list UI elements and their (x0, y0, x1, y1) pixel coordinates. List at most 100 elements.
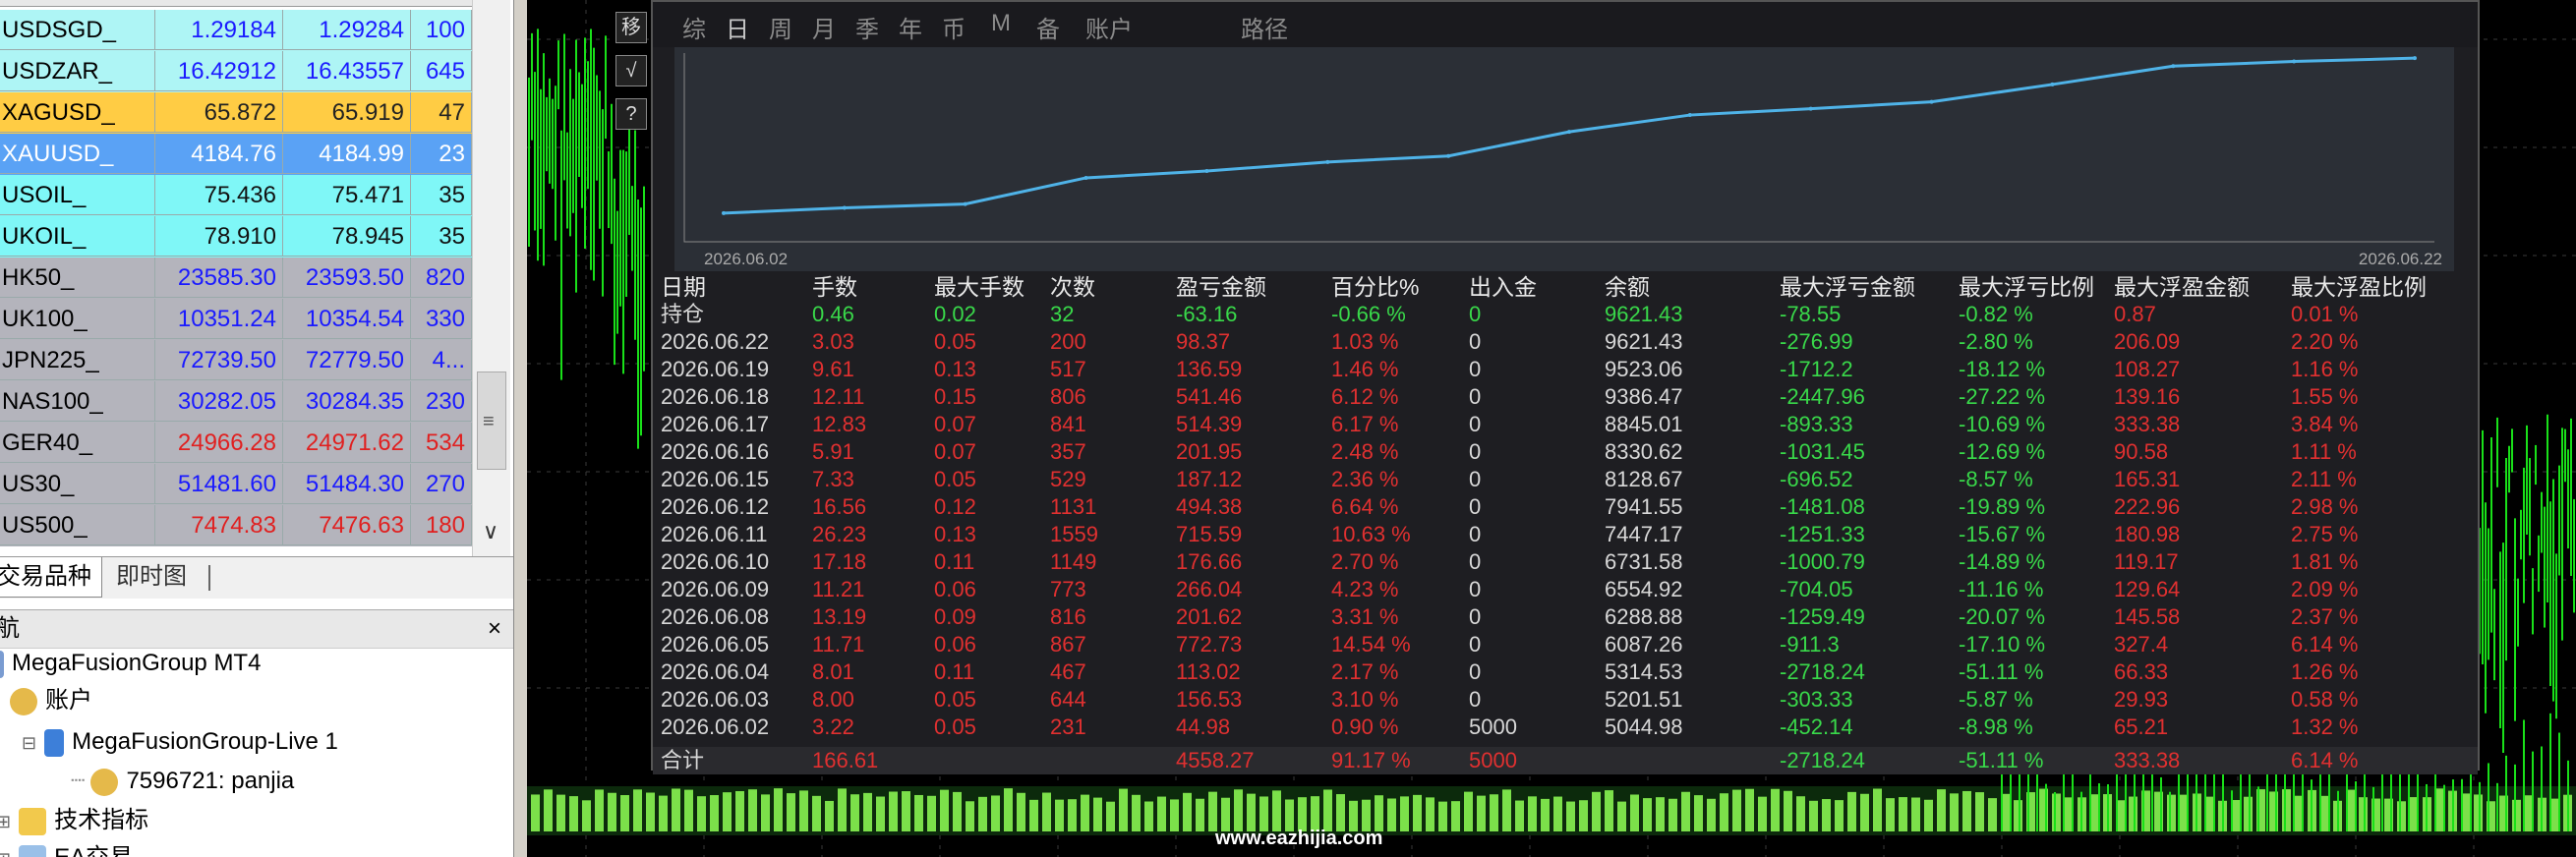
table-cell: -1481.08 (1780, 494, 1865, 519)
report-tab[interactable]: 综 (682, 10, 706, 44)
market-watch-row[interactable]: USDSGD_ 1.29184 1.29284 100 (0, 10, 509, 51)
volume-bar (672, 788, 680, 831)
market-watch-row[interactable]: NAS100_ 30282.05 30284.35 230 (0, 381, 509, 423)
symbol-cell: US500_ (0, 505, 155, 545)
report-tab[interactable]: 月 (812, 10, 836, 44)
nav-accounts[interactable]: 账户 (10, 682, 92, 719)
report-tab[interactable]: M (991, 10, 1011, 37)
volume-bar (1835, 800, 1844, 831)
balance-point (842, 205, 847, 210)
nav-indicators-label: 技术指标 (54, 807, 149, 833)
move-button[interactable]: 移 (615, 12, 647, 43)
symbol-cell: JPN225_ (0, 340, 155, 380)
chevron-down-icon[interactable]: ∨ (483, 519, 498, 544)
market-watch-row[interactable]: UKOIL_ 78.910 78.945 35 (0, 216, 509, 257)
volume-bar (1221, 797, 1230, 831)
report-tab[interactable]: 账户 (1085, 10, 1133, 44)
table-cell: -27.22 % (1959, 384, 2046, 409)
pane-splitter[interactable] (513, 0, 528, 857)
ask-cell: 4184.99 (283, 134, 411, 174)
balance-point (963, 201, 967, 206)
volume-bar (991, 795, 1000, 831)
table-cell: 156.53 (1176, 687, 1243, 712)
market-watch-row[interactable]: HK50_ 23585.30 23593.50 820 (0, 257, 509, 299)
table-cell: 0.13 (934, 357, 976, 381)
table-cell: 2026.06.15 (661, 467, 770, 491)
tab-symbols[interactable]: 交易品种 (0, 557, 102, 598)
report-tab[interactable]: 日 (726, 10, 749, 44)
table-cell: 11.71 (812, 632, 865, 657)
market-watch-row[interactable]: JPN225_ 72739.50 72779.50 4... (0, 340, 509, 381)
table-cell: 222.96 (2114, 494, 2181, 519)
volume-bar (1732, 789, 1741, 831)
table-row: 2026.06.17 12.83 0.07 841 514.39 6.17 % 0 8845.… (653, 411, 2478, 438)
market-watch-row[interactable]: US500_ 7474.83 7476.63 180 (0, 505, 509, 546)
table-cell: 113.02 (1176, 659, 1241, 684)
close-icon[interactable]: × (488, 610, 501, 648)
nav-broker[interactable]: MegaFusionGroup MT4 (0, 645, 261, 682)
expand-icon[interactable]: ⊞ (0, 849, 11, 857)
market-watch-row[interactable]: GER40_ 24966.28 24971.62 534 (0, 423, 509, 464)
table-cell: 180.98 (2114, 522, 2181, 546)
table-cell: 3.03 (812, 329, 854, 354)
report-tab[interactable]: 路径 (1241, 10, 1288, 44)
nav-ea[interactable]: ⊞ EA交易 (0, 839, 133, 857)
ask-cell: 24971.62 (283, 423, 411, 463)
volume-bar (1042, 792, 1051, 831)
table-cell: -51.11 % (1959, 659, 2044, 684)
volume-bar (1694, 795, 1703, 831)
table-row: 2026.06.12 16.56 0.12 1131 494.38 6.64 % 0 7941… (653, 493, 2478, 521)
volume-bar (1029, 799, 1038, 831)
market-watch-row[interactable]: XAGUSD_ 65.872 65.919 47 (0, 92, 509, 134)
volume-bar (1847, 791, 1856, 831)
expand-icon[interactable]: ⊞ (0, 812, 11, 831)
table-cell: 2.17 % (1331, 659, 1399, 684)
table-cell: 90.58 (2114, 439, 2169, 464)
volume-bar (812, 795, 821, 831)
market-watch-row[interactable]: XAUUSD_ 4184.76 4184.99 23 (0, 134, 509, 175)
volume-bar (1068, 799, 1077, 831)
tab-tick-chart[interactable]: 即时图 (106, 557, 197, 597)
market-watch-scrollbar[interactable]: ≡ ∨ (472, 0, 510, 556)
market-watch-row[interactable]: US30_ 51481.60 51484.30 270 (0, 464, 509, 505)
nav-server[interactable]: ⊟ MegaFusionGroup-Live 1 (22, 723, 338, 762)
market-watch-row[interactable]: USOIL_ 75.436 75.471 35 (0, 175, 509, 216)
table-cell: 0.11 (934, 659, 975, 684)
table-cell: 11.21 (812, 577, 865, 601)
report-tab[interactable]: 周 (769, 10, 792, 44)
check-button[interactable]: √ (615, 55, 647, 86)
report-tab[interactable]: 年 (899, 10, 922, 44)
table-cell: 176.66 (1176, 549, 1243, 574)
help-button[interactable]: ? (615, 98, 647, 130)
indicator-icon (19, 807, 47, 835)
balance-point (1687, 113, 1692, 118)
table-cell: 2026.06.02 (661, 714, 770, 739)
table-cell: 2.11 % (2291, 467, 2357, 491)
market-watch-header[interactable] (0, 0, 472, 7)
balance-point (1808, 106, 1813, 111)
report-tab[interactable]: 币 (942, 10, 966, 44)
nav-account[interactable]: ┈ 7596721: panjia (71, 763, 294, 800)
volume-bar (659, 795, 668, 831)
volume-bar (1911, 797, 1920, 831)
spread-cell: 820 (411, 257, 472, 298)
report-tab[interactable]: 季 (855, 10, 879, 44)
bid-cell: 10351.24 (155, 299, 283, 339)
symbol-cell: HK50_ (0, 257, 155, 298)
volume-bar (914, 794, 923, 831)
volume-bar (1170, 799, 1179, 831)
volume-bar (1426, 797, 1434, 831)
market-watch-row[interactable]: USDZAR_ 16.42912 16.43557 645 (0, 51, 509, 92)
market-watch-row[interactable]: UK100_ 10351.24 10354.54 330 (0, 299, 509, 340)
nav-indicators[interactable]: ⊞ 技术指标 (0, 802, 148, 840)
table-cell: 119.17 (2114, 549, 2179, 574)
bid-cell: 51481.60 (155, 464, 283, 504)
report-tab[interactable]: 备 (1036, 10, 1060, 44)
table-cell: 772.73 (1176, 632, 1243, 657)
collapse-icon[interactable]: ⊟ (22, 733, 36, 753)
volume-bar (531, 794, 540, 831)
volume-bar (953, 791, 962, 831)
table-cell: -893.33 (1780, 412, 1853, 436)
volume-bar (2167, 794, 2176, 831)
table-cell: 715.59 (1176, 522, 1243, 546)
